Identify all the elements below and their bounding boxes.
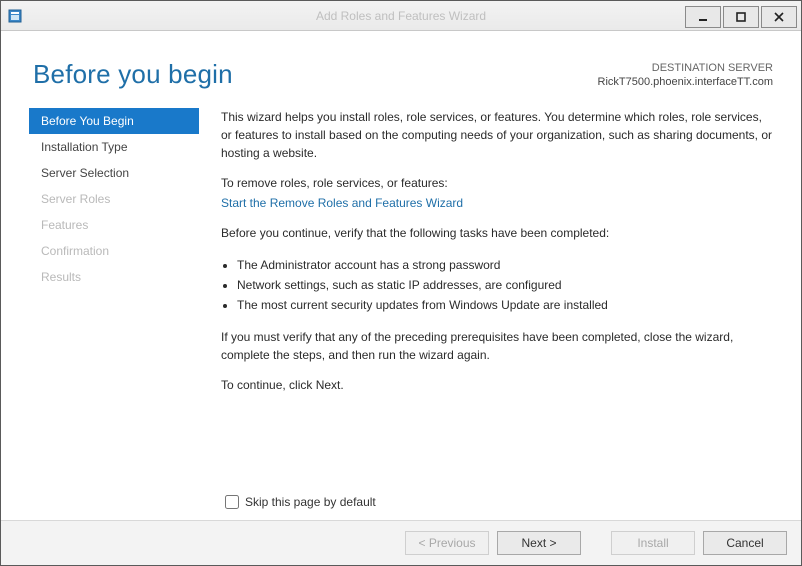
prereq-item: Network settings, such as static IP addr… bbox=[237, 276, 773, 294]
window-controls bbox=[685, 3, 801, 28]
previous-button: < Previous bbox=[405, 531, 489, 555]
nav-results: Results bbox=[29, 264, 199, 290]
wizard-window: Add Roles and Features Wizard Before you… bbox=[0, 0, 802, 566]
wizard-sidebar: Before You Begin Installation Type Serve… bbox=[29, 108, 199, 512]
page-title: Before you begin bbox=[33, 59, 233, 90]
main-panel: This wizard helps you install roles, rol… bbox=[199, 108, 773, 512]
prereq-item: The Administrator account has a strong p… bbox=[237, 256, 773, 274]
install-button: Install bbox=[611, 531, 695, 555]
header-row: Before you begin DESTINATION SERVER Rick… bbox=[1, 31, 801, 108]
destination-server-box: DESTINATION SERVER RickT7500.phoenix.int… bbox=[598, 61, 773, 90]
skip-row: Skip this page by default bbox=[221, 482, 773, 512]
footer: < Previous Next > Install Cancel bbox=[1, 520, 801, 565]
close-hint: If you must verify that any of the prece… bbox=[221, 328, 773, 364]
body-row: Before You Begin Installation Type Serve… bbox=[1, 108, 801, 520]
nav-before-you-begin[interactable]: Before You Begin bbox=[29, 108, 199, 134]
close-button[interactable] bbox=[761, 6, 797, 28]
remove-roles-link[interactable]: Start the Remove Roles and Features Wiza… bbox=[221, 196, 463, 210]
destination-value: RickT7500.phoenix.interfaceTT.com bbox=[598, 75, 773, 89]
verify-intro: Before you continue, verify that the fol… bbox=[221, 224, 773, 242]
app-icon bbox=[7, 8, 23, 24]
prereq-item: The most current security updates from W… bbox=[237, 296, 773, 314]
window-title: Add Roles and Features Wizard bbox=[1, 9, 801, 23]
nav-server-roles: Server Roles bbox=[29, 186, 199, 212]
titlebar: Add Roles and Features Wizard bbox=[1, 1, 801, 31]
skip-label: Skip this page by default bbox=[245, 493, 376, 511]
nav-features: Features bbox=[29, 212, 199, 238]
nav-installation-type[interactable]: Installation Type bbox=[29, 134, 199, 160]
cancel-button[interactable]: Cancel bbox=[703, 531, 787, 555]
skip-checkbox[interactable] bbox=[225, 495, 239, 509]
prereq-list: The Administrator account has a strong p… bbox=[221, 256, 773, 316]
maximize-button[interactable] bbox=[723, 6, 759, 28]
destination-label: DESTINATION SERVER bbox=[598, 61, 773, 75]
intro-text: This wizard helps you install roles, rol… bbox=[221, 108, 773, 162]
remove-label: To remove roles, role services, or featu… bbox=[221, 174, 773, 192]
content: Before you begin DESTINATION SERVER Rick… bbox=[1, 31, 801, 565]
nav-confirmation: Confirmation bbox=[29, 238, 199, 264]
nav-server-selection[interactable]: Server Selection bbox=[29, 160, 199, 186]
continue-hint: To continue, click Next. bbox=[221, 376, 773, 394]
minimize-button[interactable] bbox=[685, 6, 721, 28]
next-button[interactable]: Next > bbox=[497, 531, 581, 555]
